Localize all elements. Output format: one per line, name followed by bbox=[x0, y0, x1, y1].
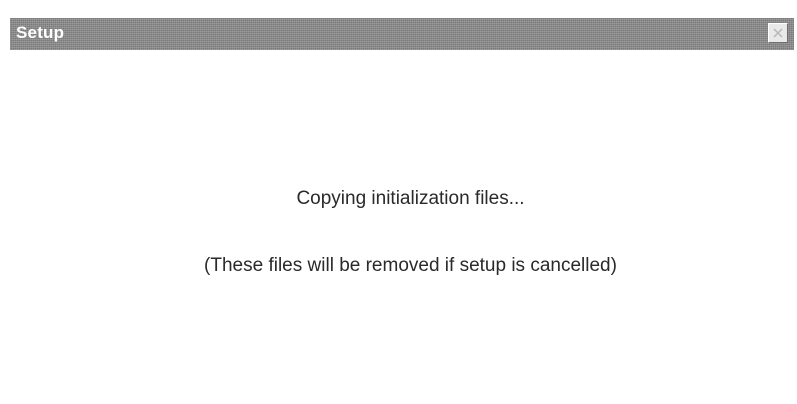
close-icon bbox=[773, 28, 783, 38]
window-title: Setup bbox=[16, 23, 65, 42]
setup-window: Setup Copying initialization files... (T… bbox=[0, 0, 797, 404]
close-button[interactable] bbox=[768, 23, 788, 43]
note-message: (These files will be removed if setup is… bbox=[204, 255, 617, 276]
status-message: Copying initialization files... bbox=[296, 188, 525, 209]
title-bar[interactable]: Setup bbox=[10, 18, 794, 50]
dialog-body: Copying initialization files... (These f… bbox=[0, 50, 797, 404]
